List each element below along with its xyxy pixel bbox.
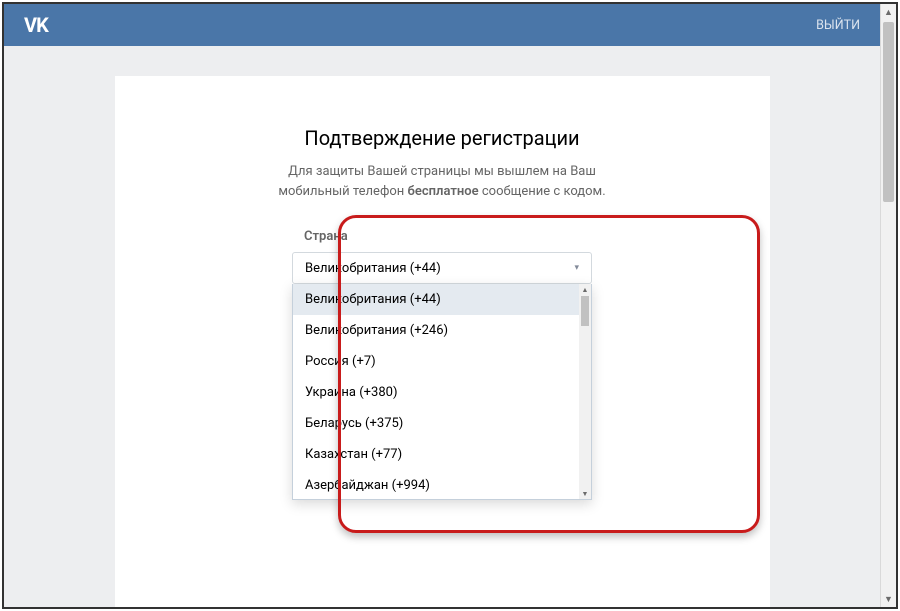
- logout-link[interactable]: ВЫЙТИ: [816, 18, 860, 33]
- country-option[interactable]: Россия (+7): [293, 346, 591, 377]
- country-option[interactable]: Великобритания (+246): [293, 315, 591, 346]
- scroll-down-icon[interactable]: ▼: [881, 591, 896, 607]
- scroll-down-icon[interactable]: ▼: [579, 488, 591, 499]
- country-select-value: Великобритания (+44): [305, 261, 441, 276]
- vk-logo[interactable]: VK: [24, 13, 48, 37]
- country-select[interactable]: Великобритания (+44) ▾: [292, 252, 592, 284]
- country-option[interactable]: Беларусь (+375): [293, 408, 591, 439]
- scroll-up-icon[interactable]: ▲: [579, 284, 591, 295]
- country-option[interactable]: Украина (+380): [293, 377, 591, 408]
- country-label: Страна: [292, 229, 592, 244]
- page-scrollbar[interactable]: ▲ ▼: [880, 4, 896, 607]
- app-header: VK ВЫЙТИ: [4, 4, 880, 46]
- page-subtitle: Для защиты Вашей страницы мы вышлем на В…: [252, 162, 632, 201]
- country-dropdown: Великобритания (+44) Великобритания (+24…: [292, 284, 592, 500]
- registration-card: Подтверждение регистрации Для защиты Ваш…: [115, 76, 770, 607]
- dropdown-scrollbar[interactable]: ▲ ▼: [579, 284, 591, 499]
- page-title: Подтверждение регистрации: [155, 126, 730, 150]
- subtitle-post: сообщение с кодом.: [479, 184, 606, 199]
- country-option[interactable]: Великобритания (+44): [293, 284, 591, 315]
- scroll-up-icon[interactable]: ▲: [881, 4, 896, 20]
- country-option[interactable]: Казахстан (+77): [293, 439, 591, 470]
- subtitle-bold: бесплатное: [408, 184, 479, 199]
- country-option[interactable]: Азербайджан (+994): [293, 470, 591, 499]
- scroll-thumb[interactable]: [883, 22, 894, 202]
- scroll-thumb[interactable]: [581, 296, 589, 326]
- chevron-down-icon: ▾: [574, 263, 579, 273]
